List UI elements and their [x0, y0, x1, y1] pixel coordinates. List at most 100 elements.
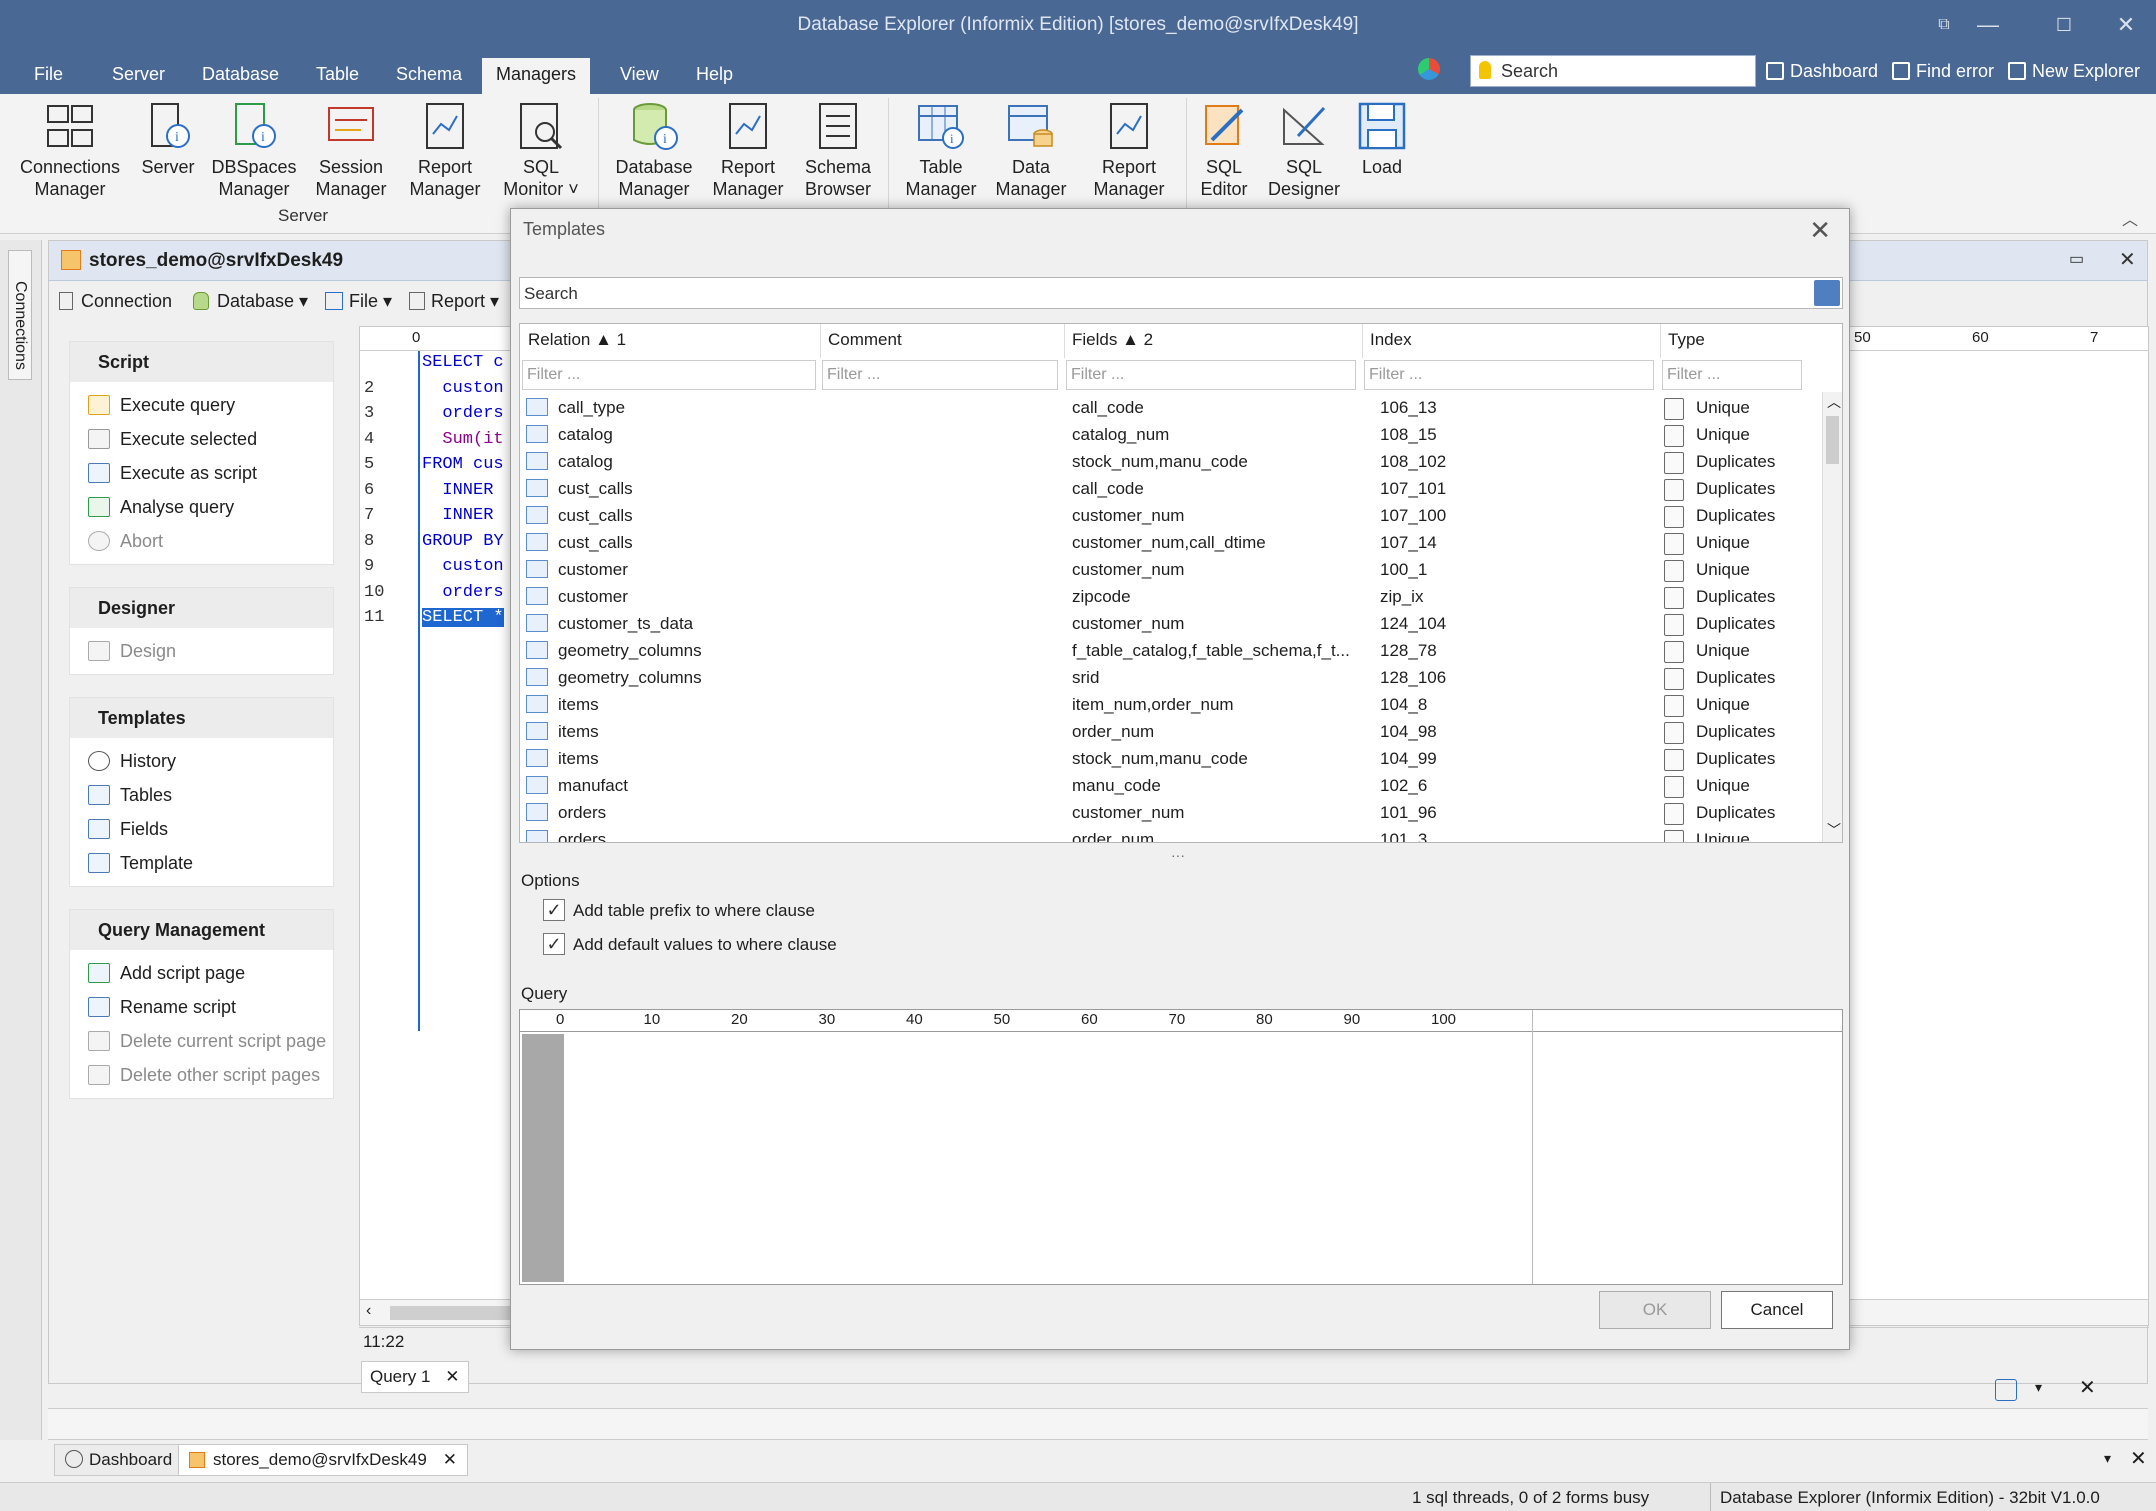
report-manager-database-button[interactable]: Report Manager	[706, 100, 790, 200]
default-values-checkbox[interactable]: ✓	[543, 933, 565, 955]
edit-icon[interactable]	[1995, 1379, 2017, 1401]
scroll-up-icon[interactable]: ︿	[1827, 392, 1841, 412]
query-tab[interactable]: Query 1 ✕	[361, 1361, 469, 1393]
menu-help[interactable]: Help	[682, 58, 747, 94]
execute-as-script-item[interactable]: Execute as script	[70, 456, 333, 490]
top-search-input[interactable]: Search	[1470, 55, 1756, 87]
scroll-thumb[interactable]	[390, 1306, 510, 1320]
new-explorer-link[interactable]: New Explorer	[2008, 58, 2140, 84]
close-all-icon[interactable]: ✕	[2130, 1446, 2147, 1471]
table-row[interactable]: manufact manu_code 102_6 Unique	[520, 772, 1820, 799]
menu-schema[interactable]: Schema	[382, 58, 476, 94]
scroll-down-icon[interactable]: ﹀	[1827, 820, 1841, 840]
collapse-ribbon-icon[interactable]: ︿	[2122, 206, 2138, 230]
ok-button[interactable]: OK	[1599, 1291, 1711, 1329]
close-document-button[interactable]: ✕	[2119, 247, 2136, 272]
table-row[interactable]: items stock_num,manu_code 104_99 Duplicates	[520, 745, 1820, 772]
dialog-search-input[interactable]: Search	[519, 277, 1843, 309]
schema-browser-button[interactable]: Schema Browser	[796, 100, 880, 200]
table-row[interactable]: geometry_columns f_table_catalog,f_table_…	[520, 637, 1820, 664]
table-row[interactable]: orders order_num 101_3 Unique	[520, 826, 1820, 842]
splitter-handle[interactable]: ···	[1171, 847, 1185, 863]
table-row[interactable]: cust_calls customer_num 107_100 Duplicates	[520, 502, 1820, 529]
chevron-down-icon[interactable]: ▾	[2104, 1450, 2111, 1467]
menu-database[interactable]: Database	[188, 58, 293, 94]
template-item[interactable]: Template	[70, 846, 333, 880]
pin-icon[interactable]: ▭	[2069, 249, 2084, 269]
analyse-query-item[interactable]: Analyse query	[70, 490, 333, 524]
menu-view[interactable]: View	[606, 58, 673, 94]
execute-query-item[interactable]: Execute query	[70, 388, 333, 422]
menu-managers[interactable]: Managers	[482, 58, 591, 94]
scroll-thumb[interactable]	[1826, 416, 1839, 464]
table-row[interactable]: items item_num,order_num 104_8 Unique	[520, 691, 1820, 718]
table-row[interactable]: customer customer_num 100_1 Unique	[520, 556, 1820, 583]
table-row[interactable]: items order_num 104_98 Duplicates	[520, 718, 1820, 745]
load-button[interactable]: Load	[1352, 100, 1412, 178]
filter-type[interactable]: Filter ...	[1662, 360, 1802, 390]
table-row[interactable]: catalog catalog_num 108_15 Unique	[520, 421, 1820, 448]
minimize-button[interactable]: —	[1966, 0, 2010, 50]
close-dialog-button[interactable]: ✕	[1809, 215, 1831, 246]
session-manager-button[interactable]: Session Manager	[306, 100, 396, 200]
database-manager-button[interactable]: i Database Manager	[610, 100, 698, 200]
history-item[interactable]: History	[70, 744, 333, 778]
grid-vertical-scrollbar[interactable]: ︿ ﹀	[1822, 392, 1842, 842]
delete-other-script-pages-item[interactable]: Delete other script pages	[70, 1058, 333, 1092]
dbspaces-manager-button[interactable]: i DBSpaces Manager	[208, 100, 300, 200]
file-dropdown[interactable]: File ▾	[325, 291, 392, 312]
maximize-button[interactable]: ☐	[2042, 0, 2086, 50]
table-row[interactable]: orders customer_num 101_96 Duplicates	[520, 799, 1820, 826]
table-row[interactable]: customer zipcode zip_ix Duplicates	[520, 583, 1820, 610]
theme-icon[interactable]	[1418, 58, 1440, 80]
report-manager-table-button[interactable]: Report Manager	[1084, 100, 1174, 200]
close-window-button[interactable]: ✕	[2104, 0, 2148, 50]
menu-server[interactable]: Server	[98, 58, 179, 94]
column-header-relation[interactable]: Relation ▲ 1	[528, 330, 626, 350]
filter-comment[interactable]: Filter ...	[822, 360, 1058, 390]
cancel-button[interactable]: Cancel	[1721, 1291, 1833, 1329]
search-icon[interactable]	[1814, 280, 1840, 306]
menu-file[interactable]: File	[20, 58, 77, 94]
dashboard-link[interactable]: Dashboard	[1766, 58, 1878, 84]
report-manager-server-button[interactable]: Report Manager	[402, 100, 488, 200]
sql-editor-button[interactable]: SQL Editor	[1192, 100, 1256, 200]
add-script-page-item[interactable]: Add script page	[70, 956, 333, 990]
table-row[interactable]: catalog stock_num,manu_code 108_102 Duplica…	[520, 448, 1820, 475]
close-panel-icon[interactable]: ✕	[2079, 1375, 2096, 1400]
database-dropdown[interactable]: Database ▾	[193, 291, 308, 312]
delete-current-script-page-item[interactable]: Delete current script page	[70, 1024, 333, 1058]
fields-item[interactable]: Fields	[70, 812, 333, 846]
close-tab-icon[interactable]: ✕	[443, 1450, 457, 1469]
table-row[interactable]: call_type call_code 106_13 Unique	[520, 394, 1820, 421]
menu-table[interactable]: Table	[302, 58, 373, 94]
connections-dock-tab[interactable]: Connections	[8, 250, 32, 380]
chevron-down-icon[interactable]: ▾	[2035, 1379, 2042, 1396]
filter-relation[interactable]: Filter ...	[522, 360, 816, 390]
find-error-link[interactable]: Find error	[1892, 58, 1994, 84]
sql-designer-button[interactable]: SQL Designer	[1262, 100, 1346, 200]
data-manager-button[interactable]: Data Manager	[990, 100, 1072, 200]
execute-selected-item[interactable]: Execute selected	[70, 422, 333, 456]
connections-manager-button[interactable]: Connections Manager	[14, 100, 126, 200]
column-header-fields[interactable]: Fields ▲ 2	[1072, 330, 1153, 350]
column-header-index[interactable]: Index	[1370, 330, 1412, 350]
scroll-left-icon[interactable]: ‹	[366, 1302, 371, 1320]
table-prefix-checkbox[interactable]: ✓	[543, 899, 565, 921]
column-header-type[interactable]: Type	[1668, 330, 1705, 350]
rename-script-item[interactable]: Rename script	[70, 990, 333, 1024]
table-row[interactable]: geometry_columns srid 128_106 Duplicates	[520, 664, 1820, 691]
server-button[interactable]: i Server	[134, 100, 202, 178]
filter-fields[interactable]: Filter ...	[1066, 360, 1356, 390]
table-manager-button[interactable]: i Table Manager	[900, 100, 982, 200]
tables-item[interactable]: Tables	[70, 778, 333, 812]
design-item[interactable]: Design	[70, 634, 333, 668]
sql-monitor-button[interactable]: SQL Monitor ˅	[496, 100, 586, 200]
report-dropdown[interactable]: Report ▾	[409, 291, 499, 312]
column-header-comment[interactable]: Comment	[828, 330, 902, 350]
dashboard-tab[interactable]: Dashboard	[54, 1444, 184, 1476]
filter-index[interactable]: Filter ...	[1364, 360, 1654, 390]
table-row[interactable]: cust_calls customer_num,call_dtime 107_14 U…	[520, 529, 1820, 556]
query-preview[interactable]: 0 10 20 30 40 50 60 70 80 90 100	[519, 1009, 1843, 1285]
table-row[interactable]: customer_ts_data customer_num 124_104 Dupli…	[520, 610, 1820, 637]
